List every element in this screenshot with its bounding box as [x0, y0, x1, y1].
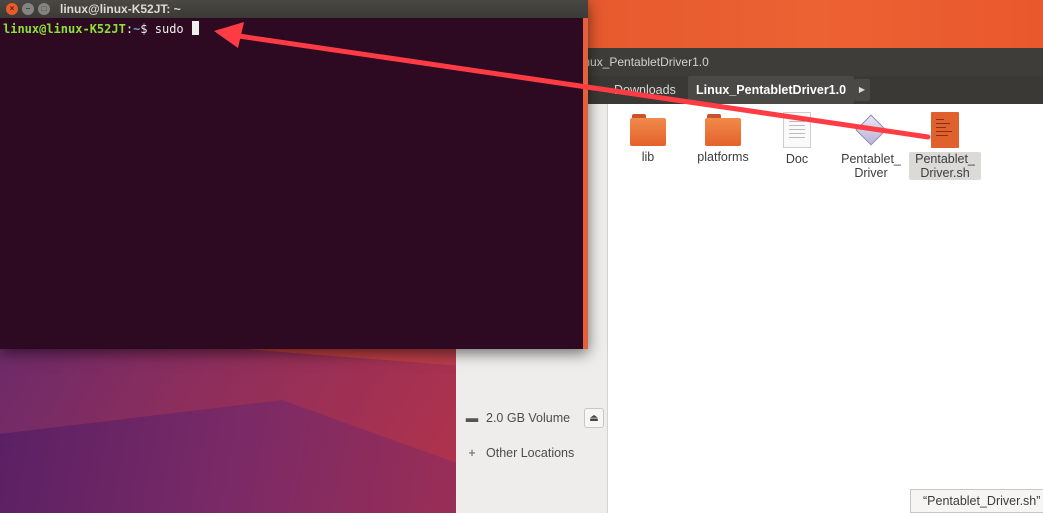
- terminal-title: linux@linux-K52JT: ~: [60, 2, 181, 16]
- close-icon[interactable]: ×: [6, 3, 18, 15]
- chevron-right-icon[interactable]: ▶: [854, 79, 870, 101]
- terminal-titlebar[interactable]: × – □ linux@linux-K52JT: ~: [0, 0, 588, 18]
- maximize-icon[interactable]: □: [38, 3, 50, 15]
- selection-status: “Pentablet_Driver.sh”: [910, 489, 1043, 513]
- breadcrumb-current-folder[interactable]: Linux_PentabletDriver1.0: [688, 76, 855, 104]
- file-item-label: Pentablet_ Driver.sh: [909, 152, 981, 180]
- sidebar-item-label: Other Locations: [486, 446, 575, 460]
- file-item-label: Doc: [785, 152, 809, 166]
- breadcrumb-downloads[interactable]: Downloads: [606, 76, 684, 104]
- file-item-label: lib: [641, 150, 655, 164]
- document-icon: [783, 112, 811, 148]
- terminal-edge: [583, 18, 588, 349]
- file-item-platforms[interactable]: platforms: [687, 114, 759, 164]
- terminal-body[interactable]: linux@linux-K52JT:~$ sudo: [0, 18, 583, 349]
- file-item-doc[interactable]: Doc: [761, 112, 833, 166]
- text-cursor: [191, 21, 199, 35]
- prompt-separator: :: [125, 22, 134, 36]
- file-view: lib platforms Doc Pentablet_ Driver Penta…: [608, 104, 1043, 513]
- file-item-label: Pentablet_ Driver: [841, 152, 901, 180]
- terminal-command: sudo: [154, 22, 191, 36]
- eject-icon[interactable]: ⏏: [584, 408, 604, 428]
- file-item-label: platforms: [697, 150, 749, 164]
- sidebar-item-other-locations[interactable]: + Other Locations: [456, 440, 607, 466]
- plus-icon: +: [468, 446, 476, 460]
- terminal-window[interactable]: × – □ linux@linux-K52JT: ~ linux@linux-K…: [0, 0, 588, 349]
- sidebar-item-label: 2.0 GB Volume: [486, 411, 571, 425]
- file-item-pentablet-driver-sh[interactable]: Pentablet_ Driver.sh: [909, 112, 981, 180]
- prompt-symbol: $: [140, 22, 155, 36]
- executable-icon: [853, 112, 889, 148]
- prompt-user: linux@linux-K52JT: [3, 22, 126, 36]
- shell-script-icon: [931, 112, 959, 148]
- folder-icon: [705, 114, 741, 146]
- drive-icon: ▬: [465, 411, 479, 425]
- minimize-icon[interactable]: –: [22, 3, 34, 15]
- terminal-prompt-line: linux@linux-K52JT:~$ sudo: [3, 21, 199, 37]
- folder-icon: [630, 114, 666, 146]
- sidebar-item-volume[interactable]: ▬ 2.0 GB Volume ⏏: [456, 405, 607, 431]
- wallpaper-facet: [588, 0, 1043, 48]
- file-item-lib[interactable]: lib: [612, 114, 684, 164]
- file-manager-title: Linux_PentabletDriver1.0: [574, 55, 709, 69]
- file-item-pentablet-driver[interactable]: Pentablet_ Driver: [835, 112, 907, 180]
